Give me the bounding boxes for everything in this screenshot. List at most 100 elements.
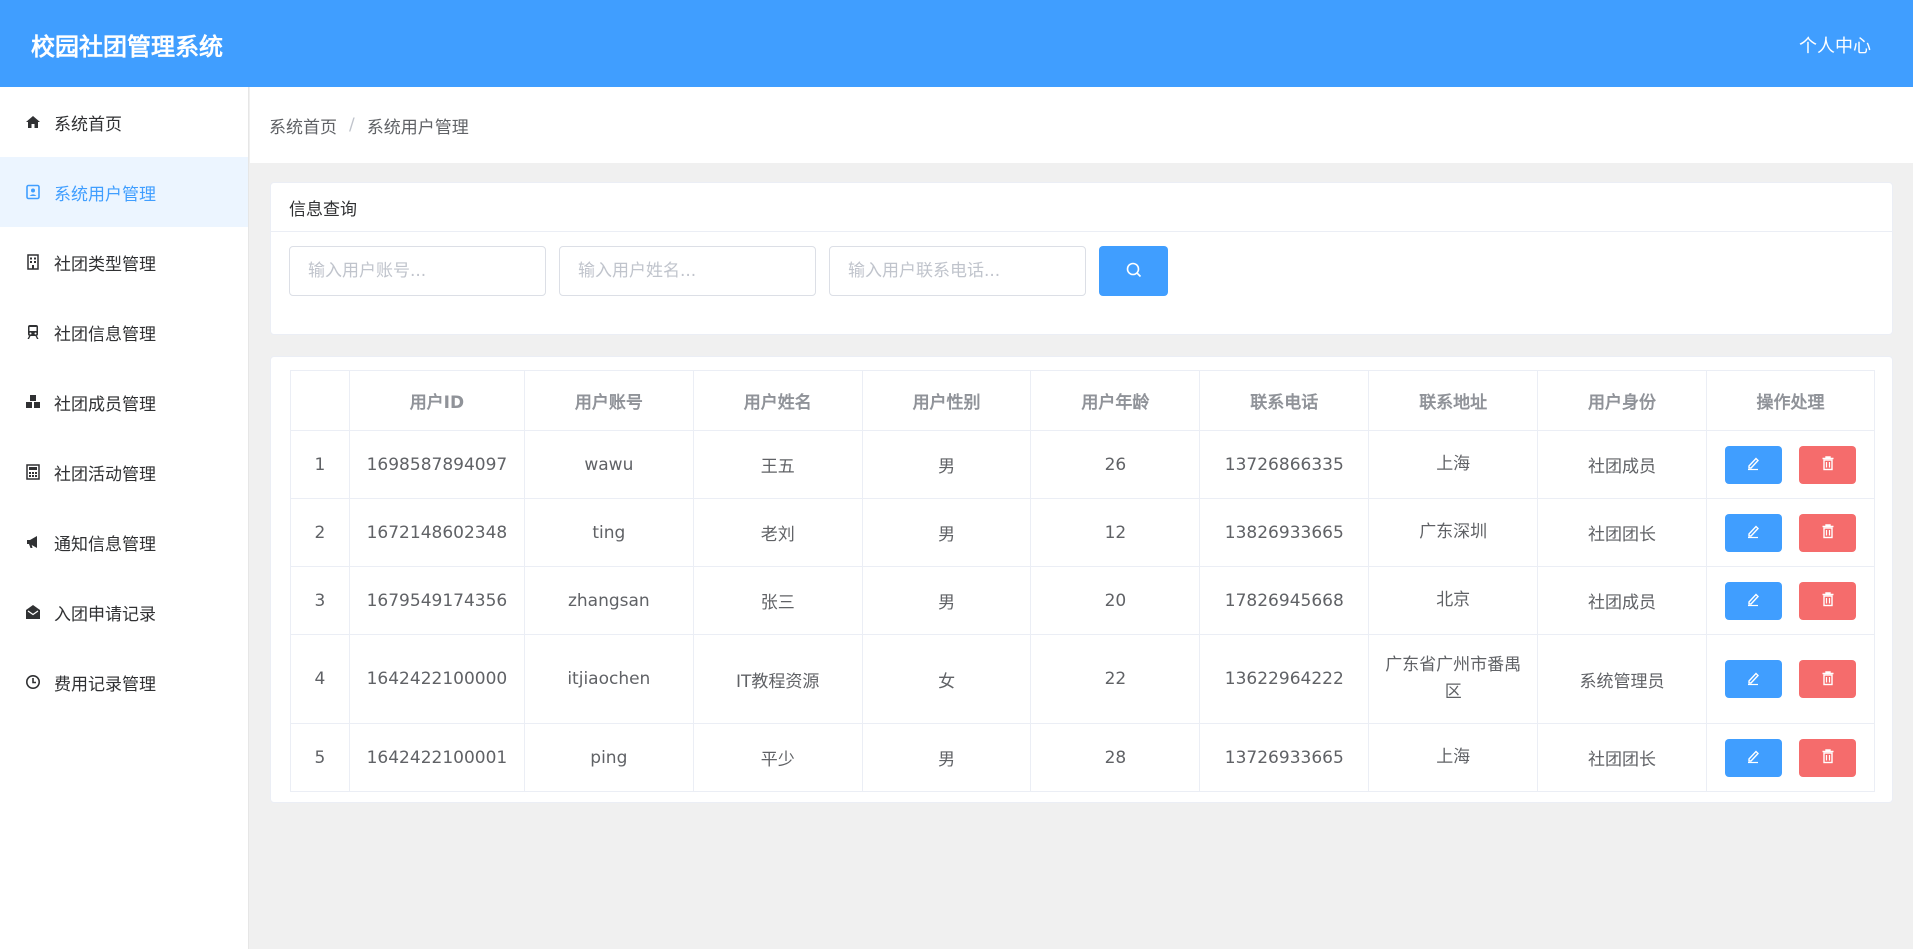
sidebar-item-label: 社团成员管理 [54,394,156,415]
user-table: 用户ID 用户账号 用户姓名 用户性别 用户年龄 联系电话 联系地址 用户身份 … [290,370,1876,792]
cell-gender: 男 [861,723,1032,792]
cell-actions [1705,430,1876,499]
delete-button[interactable] [1799,445,1857,484]
cell-address: 广东深圳 [1368,498,1539,567]
cell-index: 4 [290,634,350,724]
search-icon [1125,261,1143,282]
cell-role: 社团团长 [1537,723,1707,792]
cell-role: 社团团长 [1537,498,1707,567]
cubes-icon [24,393,42,411]
cell-phone: 13622964222 [1199,634,1370,724]
trash-icon [1820,748,1836,767]
delete-button[interactable] [1799,738,1857,777]
sidebar-item-label: 入团申请记录 [54,604,156,625]
edit-button[interactable] [1724,738,1782,777]
app-title: 校园社团管理系统 [31,33,223,61]
cell-account: ping [523,723,694,792]
cell-user-id: 1698587894097 [348,430,525,499]
cell-phone: 13826933665 [1199,498,1370,567]
sidebar-item-applications[interactable]: 入团申请记录 [0,577,248,647]
home-icon [24,113,42,131]
cell-index: 2 [290,498,350,567]
header-gender: 用户性别 [861,370,1032,431]
calculator-icon [24,463,42,481]
sidebar-item-label: 系统用户管理 [54,184,156,205]
edit-button[interactable] [1724,513,1782,552]
cell-gender: 男 [861,430,1032,499]
cell-user-id: 1642422100001 [348,723,525,792]
search-button[interactable] [1099,246,1168,296]
train-icon [24,323,42,341]
user-center-link[interactable]: 个人中心 [1799,32,1871,58]
envelope-open-icon [24,603,42,621]
cell-name: 王五 [692,430,863,499]
header-account: 用户账号 [523,370,694,431]
query-card: 信息查询 [270,182,1893,335]
table-row: 4 1642422100000 itjiaochen IT教程资源 女 22 1… [290,634,1876,724]
name-search-input[interactable] [559,246,816,296]
header-address: 联系地址 [1368,370,1539,431]
trash-icon [1820,670,1836,689]
sidebar-item-home[interactable]: 系统首页 [0,87,248,157]
cell-account: ting [523,498,694,567]
delete-button[interactable] [1799,660,1857,698]
cell-actions [1705,723,1876,792]
sidebar-item-club-info[interactable]: 社团信息管理 [0,297,248,367]
cell-actions [1705,498,1876,567]
cell-name: 老刘 [692,498,863,567]
cell-index: 3 [290,566,350,635]
top-header: 校园社团管理系统 个人中心 [0,0,1913,87]
cell-index: 1 [290,430,350,499]
building-icon [24,253,42,271]
query-title: 信息查询 [271,183,1892,232]
header-role: 用户身份 [1537,370,1707,431]
edit-button[interactable] [1724,445,1782,484]
cell-phone: 13726933665 [1199,723,1370,792]
sidebar-item-notifications[interactable]: 通知信息管理 [0,507,248,577]
breadcrumb-home[interactable]: 系统首页 [269,113,337,138]
edit-icon [1745,523,1761,542]
cell-account: wawu [523,430,694,499]
cell-age: 26 [1030,430,1201,499]
sidebar-item-system-users[interactable]: 系统用户管理 [0,157,248,227]
edit-icon [1745,591,1761,610]
cell-actions [1705,566,1876,635]
cell-gender: 女 [861,634,1032,724]
sidebar-item-label: 社团类型管理 [54,254,156,275]
cell-address: 广东省广州市番禺区 [1368,634,1539,724]
header-name: 用户姓名 [692,370,863,431]
phone-search-input[interactable] [829,246,1086,296]
cell-address: 上海 [1368,723,1539,792]
cell-address: 上海 [1368,430,1539,499]
header-user-id: 用户ID [348,370,525,431]
trash-icon [1820,455,1836,474]
cell-gender: 男 [861,566,1032,635]
cell-role: 社团成员 [1537,430,1707,499]
user-table-card: 用户ID 用户账号 用户姓名 用户性别 用户年龄 联系电话 联系地址 用户身份 … [270,356,1893,803]
account-search-input[interactable] [289,246,546,296]
cell-name: 张三 [692,566,863,635]
sidebar-item-label: 社团信息管理 [54,324,156,345]
sidebar-item-club-activities[interactable]: 社团活动管理 [0,437,248,507]
delete-button[interactable] [1799,513,1857,552]
cell-account: itjiaochen [523,634,694,724]
cell-name: IT教程资源 [692,634,863,724]
sidebar-item-club-members[interactable]: 社团成员管理 [0,367,248,437]
sidebar-item-club-types[interactable]: 社团类型管理 [0,227,248,297]
table-row: 3 1679549174356 zhangsan 张三 男 20 1782694… [290,566,1876,635]
breadcrumb-current: 系统用户管理 [366,117,469,138]
table-header-row: 用户ID 用户账号 用户姓名 用户性别 用户年龄 联系电话 联系地址 用户身份 … [290,370,1876,431]
sidebar-item-fee-records[interactable]: 费用记录管理 [0,647,248,717]
edit-icon [1745,455,1761,474]
edit-button[interactable] [1724,660,1782,698]
cell-user-id: 1672148602348 [348,498,525,567]
cell-actions [1705,634,1876,724]
header-phone: 联系电话 [1199,370,1370,431]
header-age: 用户年龄 [1030,370,1201,431]
edit-button[interactable] [1724,581,1782,620]
table-row: 1 1698587894097 wawu 王五 男 26 13726866335… [290,430,1876,499]
sidebar-item-label: 社团活动管理 [54,464,156,485]
cell-user-id: 1642422100000 [348,634,525,724]
sidebar: 系统首页 系统用户管理 社团类型管理 社团信息管理 社团成员管理 社团活动管理 … [0,87,249,949]
delete-button[interactable] [1799,581,1857,620]
